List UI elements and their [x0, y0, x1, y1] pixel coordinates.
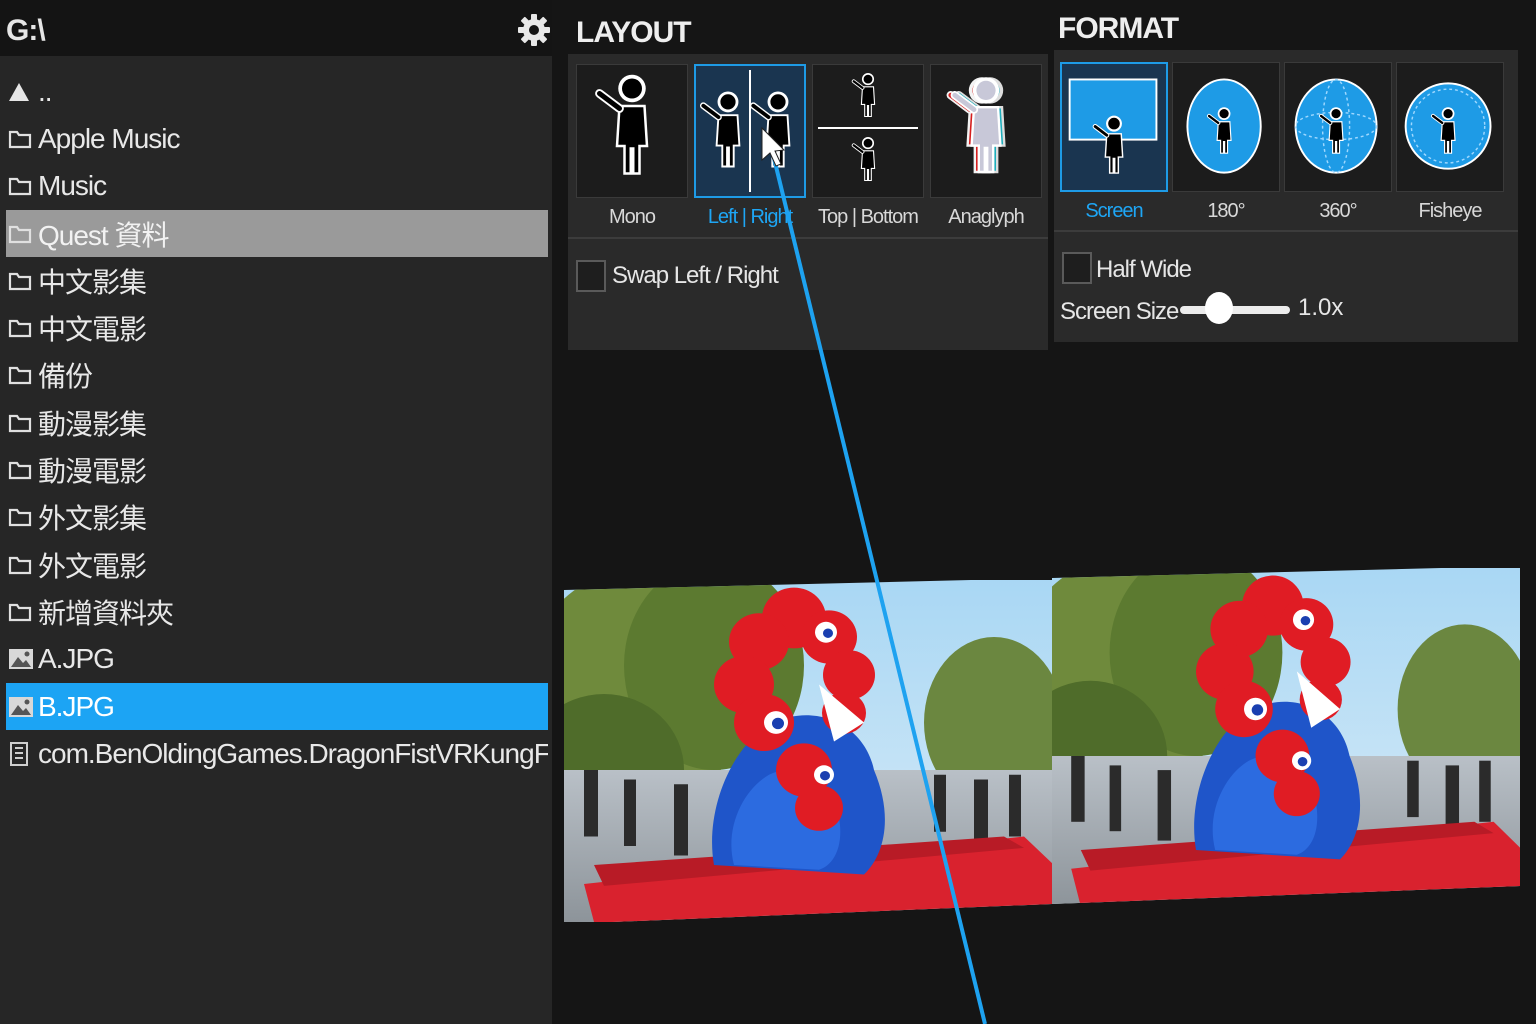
folder-item[interactable]: 備份 [6, 352, 548, 399]
folder-item[interactable]: 動漫電影 [6, 446, 548, 493]
screen-size-slider-track[interactable] [1180, 306, 1290, 314]
option-label: Anaglyph [948, 206, 1024, 228]
option-label: 180° [1207, 200, 1245, 222]
file-item-label: Apple Music [38, 122, 181, 154]
format-divider [1054, 230, 1518, 232]
folder-item[interactable]: 動漫影集 [6, 399, 548, 446]
folder-icon [8, 314, 38, 342]
file-item-label: 動漫電影 [38, 456, 147, 488]
gear-icon[interactable] [516, 12, 552, 48]
format-option-sphere-360[interactable]: 360° [1284, 62, 1392, 230]
file-item[interactable]: com.BenOldingGames.DragonFistVRKungFu-20 [6, 730, 548, 777]
layout-option-stacked-figures[interactable]: Top | Bottom [812, 64, 924, 232]
file-item-label: 外文影集 [38, 503, 147, 535]
file-item-label: 外文電影 [38, 550, 147, 582]
folder-item[interactable]: Apple Music [6, 115, 548, 162]
option-label: Top | Bottom [818, 206, 919, 228]
file-item-label: 中文影集 [38, 266, 147, 298]
mono-figure-icon [595, 74, 649, 175]
folder-item[interactable]: 中文電影 [6, 304, 548, 351]
format-option-fisheye[interactable]: Fisheye [1396, 62, 1504, 230]
format-title: FORMAT [1058, 12, 1179, 45]
up-arrow-icon [8, 78, 38, 106]
file-item-label: 新增資料夾 [38, 597, 174, 629]
layout-option-mono-figure[interactable]: Mono [576, 64, 688, 232]
screen-size-slider-thumb[interactable] [1204, 292, 1233, 324]
folder-icon [8, 220, 38, 248]
folder-icon [8, 598, 38, 626]
folder-icon [8, 551, 38, 579]
screen-size-label: Screen Size [1060, 298, 1179, 325]
folder-icon [8, 503, 38, 531]
folder-icon [8, 409, 38, 437]
option-label: 360° [1319, 200, 1357, 222]
file-icon [8, 740, 38, 768]
folder-item[interactable]: 中文影集 [6, 257, 548, 304]
parent-folder-label: .. [38, 75, 53, 107]
layout-option-anaglyph-figure[interactable]: Anaglyph [930, 64, 1042, 232]
folder-item[interactable]: Quest 資料 [6, 209, 548, 258]
folder-item[interactable]: 新增資料夾 [6, 588, 548, 635]
sphere-360-icon [1294, 78, 1378, 174]
image-file-icon [8, 693, 38, 721]
file-item-label: 備份 [38, 361, 93, 393]
swap-left-right-label: Swap Left / Right [612, 262, 779, 289]
fisheye-icon [1404, 82, 1492, 170]
screen-size-value: 1.0x [1298, 294, 1344, 321]
format-option-flat-screen[interactable]: Screen [1060, 62, 1168, 230]
browser-header: G:\ [0, 0, 552, 56]
layout-divider [568, 237, 1048, 239]
image-file-icon [8, 645, 38, 673]
file-item-label: 動漫影集 [38, 408, 147, 440]
parent-folder-item[interactable]: .. [6, 68, 548, 115]
option-label: Left | Right [707, 206, 793, 228]
sphere-180-icon [1186, 78, 1262, 174]
option-label: Fisheye [1418, 200, 1482, 222]
swap-left-right-checkbox[interactable] [576, 260, 606, 292]
file-item-label: com.BenOldingGames.DragonFistVRKungFu-20 [38, 737, 548, 769]
file-browser: G:\ .. Apple Music Music Quest 資料 中文影集 中… [0, 0, 552, 1024]
stacked-figures-icon [818, 73, 918, 182]
folder-icon [8, 267, 38, 295]
folder-item[interactable]: 外文電影 [6, 541, 548, 588]
file-item[interactable]: A.JPG [6, 636, 548, 683]
layout-title: LAYOUT [576, 16, 692, 49]
folder-icon [8, 125, 38, 153]
folder-item[interactable]: Music [6, 163, 548, 210]
option-label: Screen [1085, 200, 1143, 222]
half-wide-label: Half Wide [1096, 256, 1192, 283]
format-panel: Screen 180° 360° Fisheye Half Wide Scree… [1054, 50, 1518, 342]
format-option-sphere-180[interactable]: 180° [1172, 62, 1280, 230]
side-by-side-figures-icon [699, 70, 791, 192]
file-item-label: 中文電影 [38, 314, 147, 346]
file-item[interactable]: B.JPG [6, 682, 548, 731]
folder-icon [8, 361, 38, 389]
layout-panel: Mono Left | Right Top | Bottom Anaglyph … [568, 54, 1048, 350]
folder-icon [8, 456, 38, 484]
current-path: G:\ [6, 14, 46, 47]
file-item-label: B.JPG [38, 690, 115, 722]
anaglyph-figure-icon [946, 77, 1006, 174]
folder-icon [8, 172, 38, 200]
file-list: .. Apple Music Music Quest 資料 中文影集 中文電影 … [6, 68, 548, 777]
flat-screen-icon [1068, 78, 1158, 174]
layout-option-side-by-side-figures[interactable]: Left | Right [694, 64, 806, 232]
file-item-label: A.JPG [38, 643, 115, 675]
folder-item[interactable]: 外文影集 [6, 494, 548, 541]
option-label: Mono [608, 206, 656, 228]
half-wide-checkbox[interactable] [1062, 252, 1092, 284]
file-item-label: Quest 資料 [38, 219, 169, 251]
file-item-label: Music [38, 170, 107, 202]
